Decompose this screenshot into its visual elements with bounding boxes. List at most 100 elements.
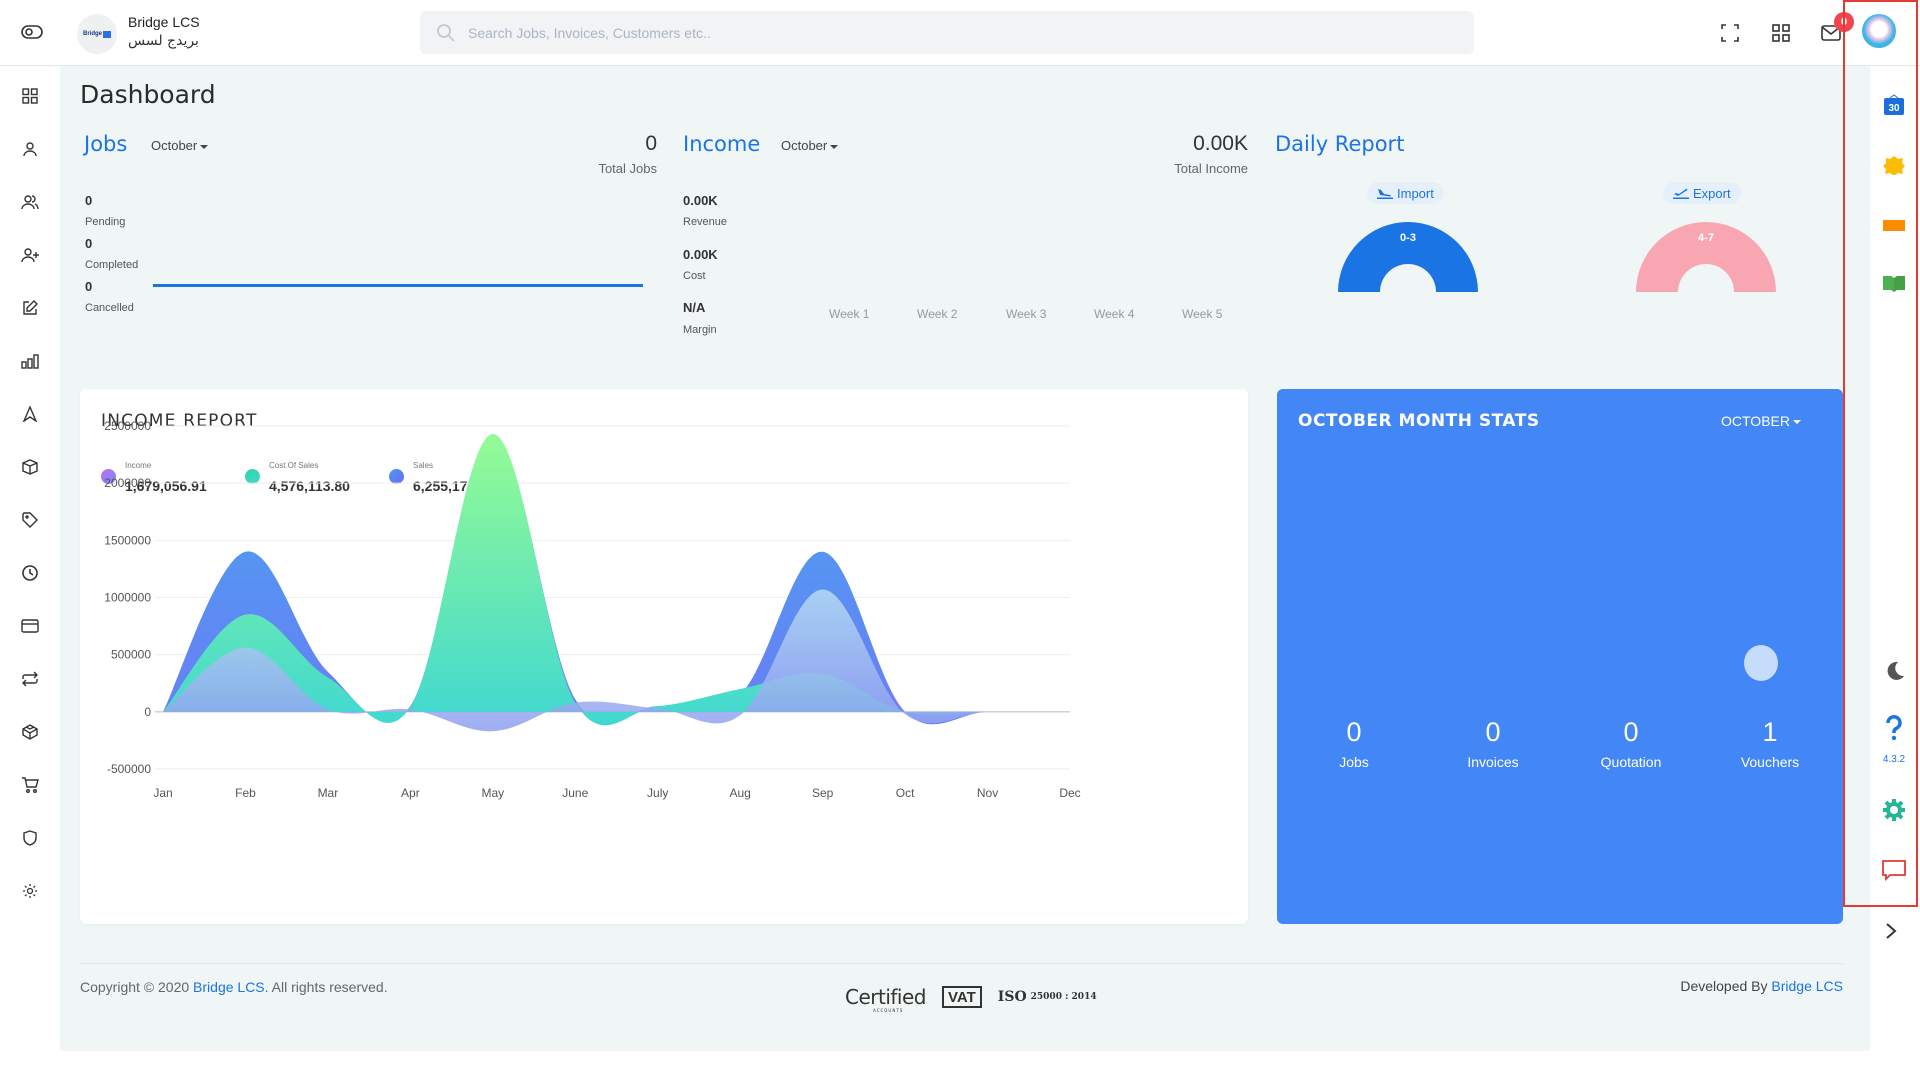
developer-link[interactable]: Bridge LCS (1771, 978, 1843, 994)
total-income-value: 0.00K (1193, 132, 1248, 155)
brand: Bridge LCS بريدج لسس (128, 14, 200, 49)
sidebar-item-transfers[interactable] (18, 667, 42, 691)
sidebar-item-navigation[interactable] (18, 402, 42, 426)
series-area-cost-of-sales (163, 434, 1070, 726)
sidebar-item-tags[interactable] (18, 508, 42, 532)
knowledge-base-button[interactable] (1879, 268, 1909, 298)
import-gauge: 0-3 (1338, 222, 1478, 292)
import-range-label: 0-3 (1400, 232, 1416, 244)
stat-invoices: 0 Invoices (1467, 717, 1519, 770)
y-tick-label: 1500000 (104, 533, 151, 547)
company-logo[interactable]: Bridge (77, 14, 117, 54)
sticky-notes-button[interactable] (1879, 150, 1909, 180)
fullscreen-button[interactable] (1719, 22, 1741, 44)
chevron-right-icon (1886, 923, 1897, 939)
x-tick-label: June (562, 786, 588, 800)
revenue-value: 0.00K (683, 193, 718, 208)
toggle-sidebar-button[interactable] (20, 22, 46, 42)
daily-report-title: Daily Report (1275, 132, 1405, 156)
sidebar-item-history[interactable] (18, 561, 42, 585)
total-income-label: Total Income (1174, 161, 1248, 176)
sidebar-item-security[interactable] (18, 826, 42, 850)
search-input[interactable] (468, 11, 1368, 54)
codesandbox-icon (22, 724, 38, 740)
sidebar-item-packages[interactable] (18, 455, 42, 479)
certified-accounts-logo: Certified ACCOUNTS (845, 985, 927, 1013)
x-tick-label: Nov (977, 786, 998, 800)
stat-vouchers: 1 Vouchers (1740, 717, 1800, 770)
calendar-icon: 30 (1884, 94, 1904, 115)
y-tick-label: -500000 (107, 762, 151, 776)
sticky-note-icon (1883, 156, 1905, 175)
export-range-label: 4-7 (1698, 232, 1714, 244)
income-month-dropdown[interactable]: October (781, 138, 838, 153)
y-tick-label: 1000000 (104, 591, 151, 605)
week-label: Week 4 (1094, 307, 1135, 321)
x-tick-label: Apr (401, 786, 420, 800)
brand-name-arabic: بريدج لسس (128, 33, 199, 49)
cart-icon (22, 777, 39, 793)
week-label: Week 2 (917, 307, 958, 321)
brand-name: Bridge LCS (128, 14, 200, 30)
company-link[interactable]: Bridge LCS (193, 979, 265, 995)
sidebar-item-user[interactable] (18, 137, 42, 161)
x-tick-label: Jan (153, 786, 172, 800)
sidebar-item-cart[interactable] (18, 773, 42, 797)
x-tick-label: Aug (730, 786, 751, 800)
y-tick-label: 2000000 (104, 476, 151, 490)
sidebar-item-settings[interactable] (18, 879, 42, 903)
month-stats-card: OCTOBER MONTH STATS OCTOBER 0 Jobs 0 Invoi… (1277, 389, 1843, 924)
cancelled-value: 0 (85, 279, 93, 294)
box-icon (22, 459, 38, 475)
income-report-card: INCOME REPORT Income 1,679,056.91 Cost O… (80, 389, 1248, 924)
month-stats-dropdown[interactable]: OCTOBER (1721, 413, 1801, 429)
month-stats-title: OCTOBER MONTH STATS (1298, 411, 1540, 431)
y-tick-label: 0 (144, 705, 151, 719)
settings-gear-icon (1883, 799, 1905, 821)
calendar-button[interactable]: 30 (1879, 90, 1909, 120)
certification-logos: Certified ACCOUNTS VAT ISO 25000 : 2014 (845, 985, 1097, 1013)
pending-label: Pending (85, 216, 126, 228)
tag-icon (22, 512, 38, 528)
vat-logo: VAT (942, 986, 982, 1008)
sidebar-item-add-user[interactable] (18, 243, 42, 267)
pending-value: 0 (85, 193, 93, 208)
users-icon (21, 195, 39, 210)
settings-button[interactable] (1879, 795, 1909, 825)
navigation-icon (22, 406, 38, 422)
week-label: Week 3 (1006, 307, 1047, 321)
files-button[interactable] (1879, 209, 1909, 239)
import-pill[interactable]: Import (1367, 182, 1444, 204)
expand-sidebar-button[interactable] (1884, 921, 1898, 947)
plane-takeoff-icon (1673, 188, 1689, 199)
bar-chart-icon (21, 354, 39, 369)
help-button[interactable] (1879, 713, 1909, 743)
apps-button[interactable] (1770, 22, 1792, 44)
dark-mode-toggle[interactable] (1879, 656, 1909, 686)
sidebar-item-edit[interactable] (18, 296, 42, 320)
stat-jobs: 0 Jobs (1339, 717, 1369, 770)
week-label: Week 5 (1182, 307, 1223, 321)
user-add-icon (21, 248, 39, 263)
x-tick-label: Sep (812, 786, 834, 800)
completed-value: 0 (85, 236, 93, 251)
sidebar-item-sandbox[interactable] (18, 720, 42, 744)
sidebar-item-dashboard[interactable] (18, 84, 42, 108)
credit-card-icon (21, 619, 39, 633)
export-pill[interactable]: Export (1663, 182, 1741, 204)
sidebar-item-users[interactable] (18, 190, 42, 214)
chat-icon (1882, 860, 1906, 881)
fullscreen-icon (1721, 24, 1739, 42)
income-report-chart: 2500000 2000000 1500000 1000000 500000 0 -5000… (104, 419, 1080, 800)
revenue-label: Revenue (683, 216, 728, 228)
user-avatar[interactable] (1862, 14, 1896, 48)
folder-icon (1883, 217, 1905, 231)
jobs-month-dropdown[interactable]: October (151, 138, 208, 153)
chat-button[interactable] (1879, 855, 1909, 885)
sidebar-item-reports[interactable] (18, 349, 42, 373)
cancelled-label: Cancelled (85, 302, 134, 314)
notification-badge: 0 (1834, 12, 1854, 32)
sidebar-item-payments[interactable] (18, 614, 42, 638)
week-label: Week 1 (829, 307, 870, 321)
dashboard-grid-icon (22, 88, 38, 104)
